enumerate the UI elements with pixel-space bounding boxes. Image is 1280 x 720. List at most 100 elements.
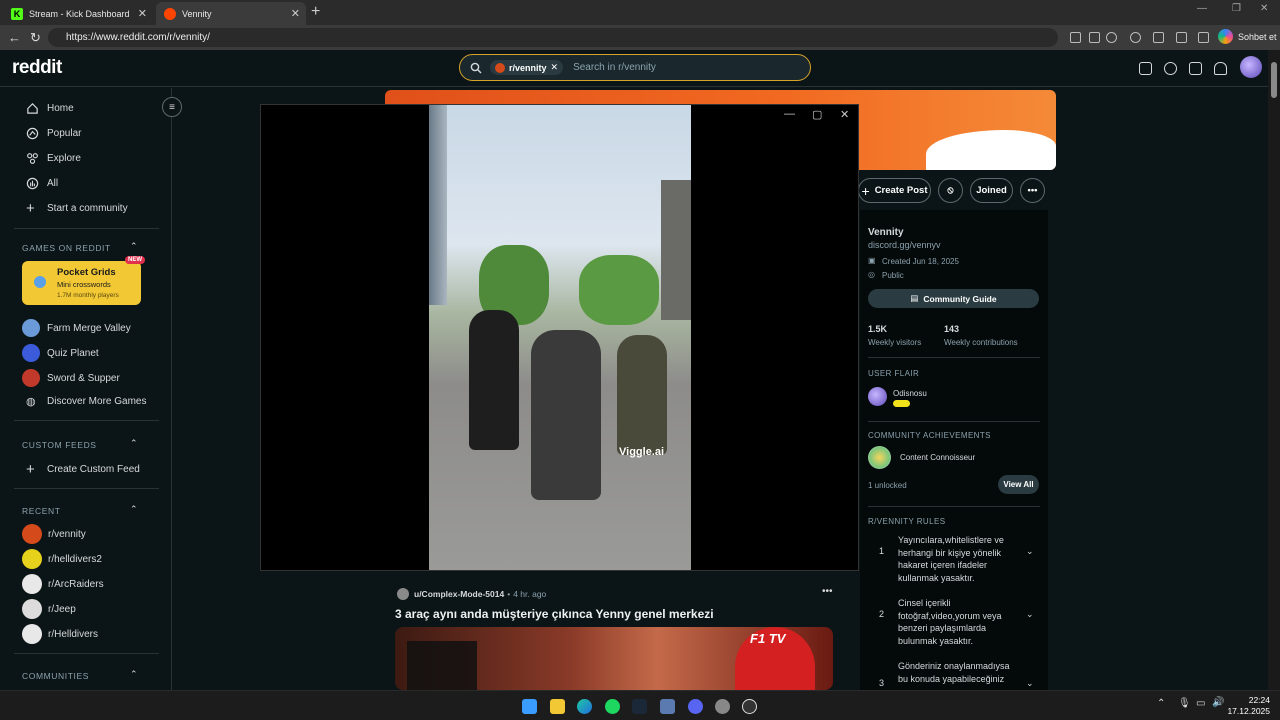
recent-item[interactable]: r/ArcRaiders xyxy=(22,574,104,594)
tab-kick-dashboard[interactable]: K Stream - Kick Dashboard ✕ xyxy=(3,2,153,25)
notification-bell-icon[interactable] xyxy=(1214,62,1227,75)
more-icon: ••• xyxy=(1027,185,1038,196)
search-bar[interactable]: r/vennity ✕ Search in r/vennity xyxy=(459,54,811,81)
close-tab-icon[interactable]: ✕ xyxy=(138,7,147,20)
plus-icon: + xyxy=(26,200,35,217)
spotify-icon[interactable] xyxy=(605,699,620,714)
chevron-down-icon[interactable]: ⌄ xyxy=(1026,678,1034,689)
chat-icon[interactable] xyxy=(1164,62,1177,75)
tray-chevron-icon[interactable]: ⌃ xyxy=(1157,698,1165,709)
recent-item[interactable]: r/helldivers2 xyxy=(22,549,102,569)
post-title[interactable]: 3 araç aynı anda müşteriye çıkınca Yenny… xyxy=(395,607,714,621)
sidebar-item-start-community[interactable]: + Start a community xyxy=(26,200,128,217)
joined-button[interactable]: Joined xyxy=(970,178,1013,203)
flair-username[interactable]: Odisnosu xyxy=(893,389,927,398)
collapse-sidebar-button[interactable]: ≡ xyxy=(162,97,182,117)
recent-item[interactable]: r/Helldivers xyxy=(22,624,98,644)
apps-icon[interactable] xyxy=(1070,32,1081,43)
create-post-button[interactable]: + Create Post xyxy=(858,178,931,203)
tab-title: Vennity xyxy=(182,8,212,19)
app-icon[interactable] xyxy=(660,699,675,714)
game-farm-merge-valley[interactable]: Farm Merge Valley xyxy=(22,319,131,337)
tab-vennity[interactable]: Vennity ✕ xyxy=(156,2,306,25)
back-icon[interactable]: ← xyxy=(8,30,21,45)
rule-item[interactable]: 3 Gönderiniz onaylanmadıysa bu konuda ya… xyxy=(868,660,1040,690)
games-section-header[interactable]: GAMES ON REDDIT xyxy=(22,243,111,253)
custom-feeds-header[interactable]: CUSTOM FEEDS xyxy=(22,440,97,450)
pocket-grids-card[interactable]: NEW Pocket Grids Mini crosswords 1.7M mo… xyxy=(22,256,145,305)
search-input[interactable]: Search in r/vennity xyxy=(573,62,656,73)
discord-icon[interactable] xyxy=(688,699,703,714)
media-player-icon[interactable] xyxy=(742,699,757,714)
chevron-up-icon[interactable]: ⌃ xyxy=(130,504,138,515)
close-tab-icon[interactable]: ✕ xyxy=(291,7,300,20)
read-aloud-icon[interactable] xyxy=(1089,32,1100,43)
edge-icon[interactable] xyxy=(577,699,592,714)
community-link[interactable]: discord.gg/vennyv xyxy=(868,240,941,250)
sidebar-item-explore[interactable]: Explore xyxy=(26,152,81,165)
view-all-button[interactable]: View All xyxy=(998,475,1039,494)
post-meta: u/Complex-Mode-5014 • 4 hr. ago xyxy=(397,588,546,600)
chevron-down-icon[interactable]: ⌄ xyxy=(1026,546,1034,557)
app-icon[interactable] xyxy=(715,699,730,714)
game-sword-supper[interactable]: Sword & Supper xyxy=(22,369,120,387)
favorite-star-icon[interactable] xyxy=(1106,32,1117,43)
refresh-icon[interactable]: ↻ xyxy=(30,30,41,46)
sidebar-item-all[interactable]: All xyxy=(26,177,58,190)
post-author[interactable]: u/Complex-Mode-5014 xyxy=(414,589,504,599)
puzzle-icon[interactable] xyxy=(1176,32,1187,43)
video-popup-window[interactable]: Viggle.ai — ▢ ✕ xyxy=(260,104,859,571)
scroll-thumb[interactable] xyxy=(1271,62,1277,98)
mute-notifications-button[interactable]: ⦸ xyxy=(938,178,963,203)
reddit-logo[interactable]: reddit xyxy=(12,57,62,79)
chevron-up-icon[interactable]: ⌃ xyxy=(130,241,138,252)
post-thumbnail[interactable]: F1 TV xyxy=(395,627,833,690)
volume-icon[interactable]: 🔊 xyxy=(1212,697,1224,708)
snow-decoration xyxy=(926,130,1056,170)
minimize-icon[interactable]: — xyxy=(1197,3,1207,14)
popup-maximize-icon[interactable]: ▢ xyxy=(812,108,822,121)
start-icon[interactable] xyxy=(522,699,537,714)
sidebar-item-home[interactable]: Home xyxy=(26,102,74,115)
user-avatar[interactable] xyxy=(1240,56,1262,78)
recent-header[interactable]: RECENT xyxy=(22,506,61,516)
copilot-button[interactable]: Sohbet et xyxy=(1218,29,1277,44)
new-tab-icon[interactable]: + xyxy=(311,3,320,21)
chevron-down-icon[interactable]: ⌄ xyxy=(1026,609,1034,620)
chevron-up-icon[interactable]: ⌃ xyxy=(130,438,138,449)
game-quiz-planet[interactable]: Quiz Planet xyxy=(22,344,99,362)
create-custom-feed[interactable]: + Create Custom Feed xyxy=(26,462,140,477)
advertise-icon[interactable] xyxy=(1139,62,1152,75)
recent-item[interactable]: r/Jeep xyxy=(22,599,76,619)
file-explorer-icon[interactable] xyxy=(550,699,565,714)
microphone-icon[interactable]: 🎙 xyxy=(1178,698,1191,709)
more-icon[interactable] xyxy=(1198,32,1209,43)
sidebar-item-popular[interactable]: Popular xyxy=(26,127,81,140)
maximize-icon[interactable]: ❐ xyxy=(1232,3,1241,14)
more-options-button[interactable]: ••• xyxy=(1020,178,1045,203)
chip-close-icon[interactable]: ✕ xyxy=(551,62,559,73)
community-guide-button[interactable]: ▤ Community Guide xyxy=(868,289,1039,308)
create-icon[interactable] xyxy=(1189,62,1202,75)
network-icon[interactable]: ▭ xyxy=(1196,698,1205,709)
discover-more-games[interactable]: ◍ Discover More Games xyxy=(26,395,146,408)
close-window-icon[interactable]: ✕ xyxy=(1260,3,1268,14)
recent-item[interactable]: r/vennity xyxy=(22,524,86,544)
communities-header[interactable]: COMMUNITIES xyxy=(22,671,89,681)
url-field[interactable]: https://www.reddit.com/r/vennity/ xyxy=(48,28,1058,47)
search-scope-chip[interactable]: r/vennity ✕ xyxy=(490,60,564,75)
system-clock[interactable]: 22:24 17.12.2025 xyxy=(1227,695,1270,717)
popup-close-icon[interactable]: ✕ xyxy=(840,108,849,121)
steam-icon[interactable] xyxy=(632,699,647,714)
popup-minimize-icon[interactable]: — xyxy=(784,108,795,120)
rule-item[interactable]: 1 Yayıncılara,whitelistlere ve herhangi … xyxy=(868,534,1040,584)
rule-item[interactable]: 2 Cinsel içerikli fotoğraf,video,yorum v… xyxy=(868,597,1040,647)
page-scrollbar[interactable] xyxy=(1268,50,1280,690)
collections-icon[interactable] xyxy=(1153,32,1164,43)
flair-badge xyxy=(893,400,910,407)
extensions-icon[interactable] xyxy=(1130,32,1141,43)
post-more-icon[interactable]: ••• xyxy=(822,586,833,597)
chevron-up-icon[interactable]: ⌃ xyxy=(130,669,138,680)
game-title: Pocket Grids xyxy=(57,267,116,278)
video-frame[interactable]: Viggle.ai xyxy=(429,105,691,570)
